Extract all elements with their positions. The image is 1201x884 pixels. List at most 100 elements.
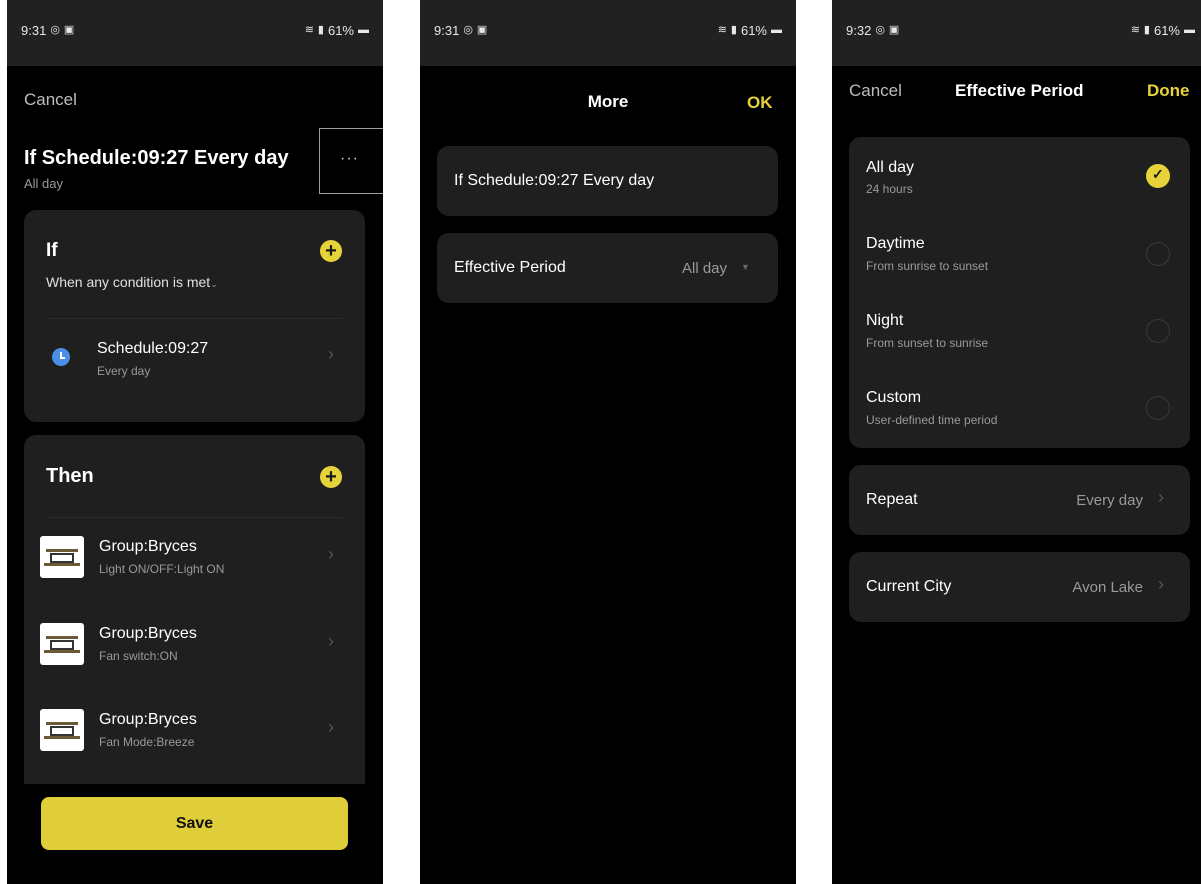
- option-all-day[interactable]: All day 24 hours ✓: [849, 147, 1190, 217]
- scene-title: If Schedule:09:27 Every day: [24, 147, 289, 169]
- check-icon: ✓: [1146, 164, 1170, 188]
- device-thumbnail: [40, 623, 84, 665]
- option-title: All day: [866, 159, 915, 176]
- page-title: More: [587, 92, 629, 111]
- option-daytime[interactable]: Daytime From sunrise to sunset: [849, 225, 1190, 295]
- status-time: 9:32: [846, 23, 872, 38]
- status-time: 9:31: [434, 23, 460, 38]
- chevron-down-icon: ▼: [741, 262, 750, 272]
- gallery-icon: ▣: [476, 24, 488, 36]
- add-condition-button[interactable]: +: [320, 240, 342, 262]
- save-label: Save: [175, 815, 214, 832]
- action-row[interactable]: Group:Bryces Fan Mode:Breeze ›: [24, 703, 365, 763]
- instagram-icon: ◎: [463, 24, 473, 36]
- repeat-value: Every day: [1076, 492, 1143, 509]
- status-time: 9:31: [21, 23, 47, 38]
- signal-icon: ▮: [1143, 24, 1150, 36]
- save-button[interactable]: Save: [41, 797, 348, 850]
- condition-title: Schedule:09:27: [97, 340, 209, 357]
- action-row[interactable]: Group:Bryces Light ON/OFF:Light ON ›: [24, 530, 365, 590]
- action-title: Group:Bryces: [99, 538, 197, 555]
- ok-button[interactable]: OK: [747, 93, 773, 113]
- device-thumbnail: [40, 536, 84, 578]
- more-button[interactable]: ···: [319, 128, 383, 194]
- battery-icon: ▬: [771, 24, 782, 36]
- current-city-row[interactable]: Current City Avon Lake ›: [849, 552, 1190, 622]
- city-value: Avon Lake: [1072, 579, 1143, 596]
- gallery-icon: ▣: [63, 24, 75, 36]
- if-card: If + When any condition is met⌄ Schedule…: [24, 210, 365, 422]
- instagram-icon: ◎: [50, 24, 60, 36]
- battery-percent: 61%: [1153, 23, 1180, 38]
- option-subtitle: User-defined time period: [866, 413, 998, 427]
- status-bar: 9:31 ◎ ▣ ≋ ▮ 61% ▬: [420, 0, 796, 66]
- period-options-card: All day 24 hours ✓ Daytime From sunrise …: [849, 137, 1190, 448]
- option-subtitle: 24 hours: [866, 182, 913, 196]
- done-button[interactable]: Done: [1147, 81, 1190, 101]
- divider: [46, 517, 343, 518]
- scene-name-field[interactable]: If Schedule:09:27 Every day: [437, 146, 778, 216]
- device-thumbnail: [40, 709, 84, 751]
- clock-icon: [52, 348, 70, 366]
- action-subtitle: Light ON/OFF:Light ON: [99, 562, 225, 576]
- radio-icon: [1146, 396, 1170, 420]
- if-title: If: [46, 240, 58, 261]
- scene-subtitle: All day: [24, 176, 64, 191]
- option-title: Daytime: [866, 235, 925, 252]
- screen-scene-editor: 9:31 ◎ ▣ ≋ ▮ 61% ▬ Cancel If Schedule:09…: [7, 0, 383, 884]
- then-title: Then: [46, 465, 94, 487]
- instagram-icon: ◎: [875, 24, 885, 36]
- battery-percent: 61%: [327, 23, 354, 38]
- chevron-down-icon: ⌄: [210, 279, 218, 289]
- option-night[interactable]: Night From sunset to sunrise: [849, 302, 1190, 372]
- repeat-row[interactable]: Repeat Every day ›: [849, 465, 1190, 535]
- cancel-button[interactable]: Cancel: [849, 81, 902, 101]
- signal-icon: ▮: [730, 24, 737, 36]
- battery-percent: 61%: [740, 23, 767, 38]
- battery-icon: ▬: [358, 24, 369, 36]
- option-title: Custom: [866, 389, 922, 406]
- screen-effective-period: 9:32 ◎ ▣ ≋ ▮ 61% ▬ Cancel Effective Peri…: [832, 0, 1201, 884]
- signal-icon: ▮: [317, 24, 324, 36]
- effective-period-label: Effective Period: [454, 259, 566, 276]
- battery-icon: ▬: [1184, 24, 1195, 36]
- condition-mode-label: When any condition is met: [46, 274, 211, 290]
- action-subtitle: Fan switch:ON: [99, 649, 178, 663]
- option-title: Night: [866, 312, 904, 329]
- effective-period-row[interactable]: Effective Period All day ▼: [437, 233, 778, 303]
- chevron-right-icon: ›: [1158, 574, 1164, 594]
- wifi-icon: ≋: [304, 24, 314, 36]
- status-bar: 9:32 ◎ ▣ ≋ ▮ 61% ▬: [832, 0, 1201, 66]
- option-subtitle: From sunset to sunrise: [866, 336, 989, 350]
- status-bar: 9:31 ◎ ▣ ≋ ▮ 61% ▬: [7, 0, 383, 66]
- city-label: Current City: [866, 578, 952, 595]
- radio-icon: [1146, 319, 1170, 343]
- condition-row[interactable]: Schedule:09:27 Every day ›: [24, 330, 365, 390]
- option-subtitle: From sunrise to sunset: [866, 259, 989, 273]
- condition-subtitle: Every day: [97, 364, 151, 378]
- action-subtitle: Fan Mode:Breeze: [99, 735, 195, 749]
- screen-more: 9:31 ◎ ▣ ≋ ▮ 61% ▬ More OK If Schedule:0…: [420, 0, 796, 884]
- chevron-right-icon: ›: [1158, 487, 1164, 507]
- more-icon: ···: [340, 150, 359, 167]
- radio-icon: [1146, 242, 1170, 266]
- repeat-label: Repeat: [866, 491, 918, 508]
- action-row[interactable]: Group:Bryces Fan switch:ON ›: [24, 617, 365, 677]
- chevron-right-icon: ›: [328, 631, 334, 651]
- add-action-button[interactable]: +: [320, 466, 342, 488]
- chevron-right-icon: ›: [328, 717, 334, 737]
- wifi-icon: ≋: [1130, 24, 1140, 36]
- effective-period-value: All day: [682, 260, 728, 277]
- page-title: Effective Period: [955, 81, 1084, 100]
- condition-mode-select[interactable]: When any condition is met⌄: [46, 274, 218, 290]
- chevron-right-icon: ›: [328, 544, 334, 564]
- chevron-right-icon: ›: [328, 344, 334, 364]
- gallery-icon: ▣: [888, 24, 900, 36]
- action-title: Group:Bryces: [99, 625, 197, 642]
- cancel-button[interactable]: Cancel: [24, 90, 77, 110]
- wifi-icon: ≋: [717, 24, 727, 36]
- action-title: Group:Bryces: [99, 711, 197, 728]
- option-custom[interactable]: Custom User-defined time period: [849, 379, 1190, 449]
- scene-name-value: If Schedule:09:27 Every day: [454, 172, 655, 189]
- divider: [46, 318, 343, 319]
